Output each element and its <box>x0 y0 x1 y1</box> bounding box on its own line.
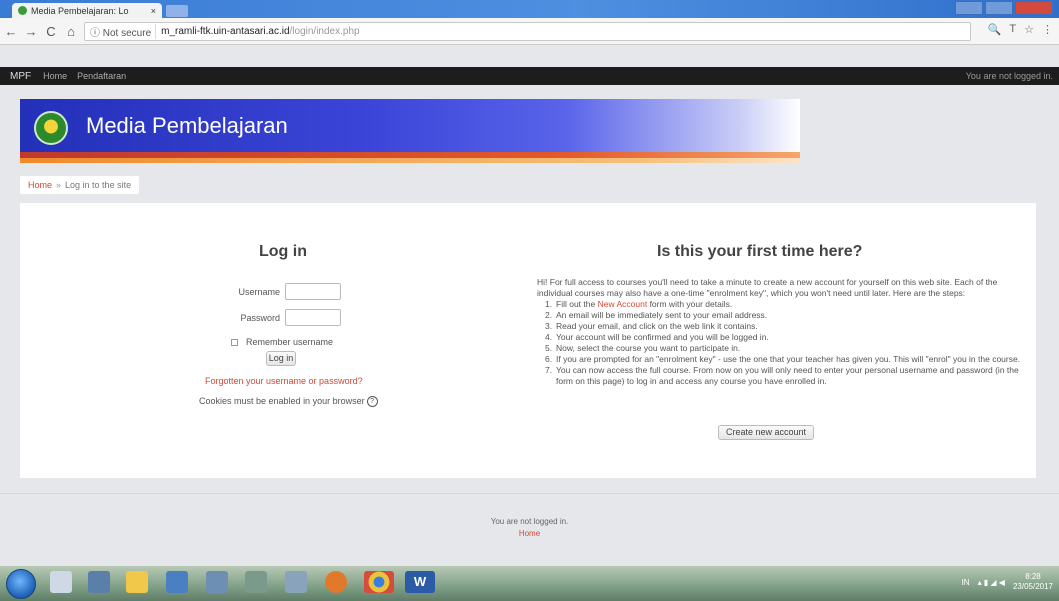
clock-date: 23/05/2017 <box>1012 582 1053 591</box>
help-icon[interactable]: ? <box>366 396 378 408</box>
login-title: Log in <box>259 243 307 260</box>
zoom-icon[interactable]: 🔍 <box>988 23 1002 36</box>
site-favicon-icon <box>18 6 27 15</box>
maximize-button[interactable] <box>985 1 1013 15</box>
header-stripe-secondary <box>20 158 800 163</box>
reload-icon[interactable]: C <box>42 24 60 39</box>
create-account-button[interactable]: Create new account <box>718 425 814 440</box>
navbar-item-pendaftaran[interactable]: Pendaftaran <box>77 71 126 81</box>
tab-title: Media Pembelajaran: Lo <box>31 5 129 16</box>
tool-app-icon[interactable] <box>245 571 267 593</box>
cookies-notice: Cookies must be enabled in your browser? <box>199 396 378 408</box>
presentation-app-icon[interactable] <box>166 571 188 593</box>
remember-username-label: Remember username <box>246 337 334 347</box>
translate-icon[interactable]: T <box>1009 23 1016 36</box>
language-indicator[interactable]: IN <box>962 578 970 587</box>
url-path: /login/index.php <box>289 26 360 37</box>
new-tab-button[interactable] <box>166 5 188 17</box>
username-input[interactable] <box>285 283 341 300</box>
footer-login-status: You are not logged in. <box>490 517 569 526</box>
menu-icon[interactable]: ⋮ <box>1042 23 1053 36</box>
address-bar[interactable]: ⓘ Not secure m_ramli-ftk.uin-antasari.ac… <box>84 22 971 41</box>
footer-divider <box>0 493 1059 494</box>
back-icon[interactable]: ← <box>2 24 20 39</box>
remember-username-checkbox[interactable] <box>231 339 238 346</box>
security-indicator[interactable]: ⓘ Not secure <box>85 24 157 39</box>
system-tray: IN ▴ ▮ ◢ ◀ 8:28 23/05/2017 <box>962 572 1053 592</box>
browser-tab[interactable]: Media Pembelajaran: Lo × <box>12 3 162 18</box>
network-app-icon[interactable] <box>206 571 228 593</box>
file-explorer-icon[interactable] <box>126 571 148 593</box>
start-button[interactable] <box>6 569 36 599</box>
signup-steps: 1. Fill out the New Account form with you… <box>545 299 1030 387</box>
breadcrumb-home[interactable]: Home <box>28 180 52 190</box>
breadcrumb: Home » Log in to the site <box>20 176 140 194</box>
login-panel: Log in Username Password Remember userna… <box>20 203 1036 478</box>
bookmark-star-icon[interactable]: ☆ <box>1024 23 1034 36</box>
login-button[interactable]: Log in <box>266 351 296 366</box>
toolbar-actions: 🔍 T ☆ ⋮ <box>988 23 1053 36</box>
documents-icon[interactable] <box>50 571 72 593</box>
password-label: Password <box>240 313 280 323</box>
forgot-password-link[interactable]: Forgotten your username or password? <box>205 376 363 386</box>
url-host: m_ramli-ftk.uin-antasari.ac.id <box>161 26 290 37</box>
breadcrumb-separator: » <box>56 180 62 190</box>
signup-step: 2. An email will be immediately sent to y… <box>545 310 768 320</box>
home-icon[interactable]: ⌂ <box>62 24 80 39</box>
os-taskbar: W IN ▴ ▮ ◢ ◀ 8:28 23/05/2017 <box>0 566 1059 601</box>
username-label: Username <box>238 287 280 297</box>
site-logo <box>34 111 68 145</box>
signup-intro: Hi! For full access to courses you'll ne… <box>537 277 998 298</box>
tab-close-icon[interactable]: × <box>151 6 156 16</box>
navbar-item-home[interactable]: Home <box>43 71 67 81</box>
site-title: Media Pembelajaran <box>86 113 288 138</box>
new-account-link[interactable]: New Account <box>598 299 648 309</box>
tray-icons[interactable]: ▴ ▮ ◢ ◀ <box>978 578 1005 587</box>
clock-time: 8:28 <box>1025 572 1041 581</box>
navbar-brand[interactable]: MPF <box>10 71 31 82</box>
browser-toolbar: ← → C ⌂ ⓘ Not secure m_ramli-ftk.uin-ant… <box>0 18 1059 45</box>
window-close-button[interactable] <box>1015 1 1053 15</box>
signup-step: 1. Fill out the New Account form with you… <box>545 299 733 309</box>
footer-home[interactable]: Home <box>519 529 540 538</box>
forward-icon[interactable]: → <box>22 24 40 39</box>
signup-title: Is this your first time here? <box>657 243 863 260</box>
breadcrumb-current: Log in to the site <box>65 180 132 190</box>
browser-tabstrip: Media Pembelajaran: Lo × <box>0 0 1059 18</box>
footer-home-link: Home <box>0 529 1059 538</box>
drawing-app-icon[interactable] <box>285 571 307 593</box>
signup-step: 7. You can now access the full course. Fr… <box>545 365 1019 386</box>
education-app-icon[interactable] <box>88 571 110 593</box>
signup-step: 5. Now, select the course you want to par… <box>545 343 741 353</box>
signup-step: 4. Your account will be confirmed and you… <box>545 332 769 342</box>
navbar-login-status: You are not logged in. <box>965 71 1053 81</box>
firefox-icon[interactable] <box>325 571 347 593</box>
site-header-banner: Media Pembelajaran <box>20 99 800 152</box>
cookies-text: Cookies must be enabled in your browser <box>199 396 365 406</box>
minimize-button[interactable] <box>955 1 983 15</box>
tray-clock[interactable]: 8:28 23/05/2017 <box>1013 572 1053 592</box>
site-navbar: MPF Home Pendaftaran You are not logged … <box>0 67 1059 85</box>
signup-step: 6. If you are prompted for an "enrolment … <box>545 354 1021 364</box>
window-controls <box>955 1 1053 15</box>
password-input[interactable] <box>285 309 341 326</box>
chrome-icon[interactable] <box>364 571 394 593</box>
word-icon[interactable]: W <box>405 571 435 593</box>
signup-step: 3. Read your email, and click on the web … <box>545 321 758 331</box>
